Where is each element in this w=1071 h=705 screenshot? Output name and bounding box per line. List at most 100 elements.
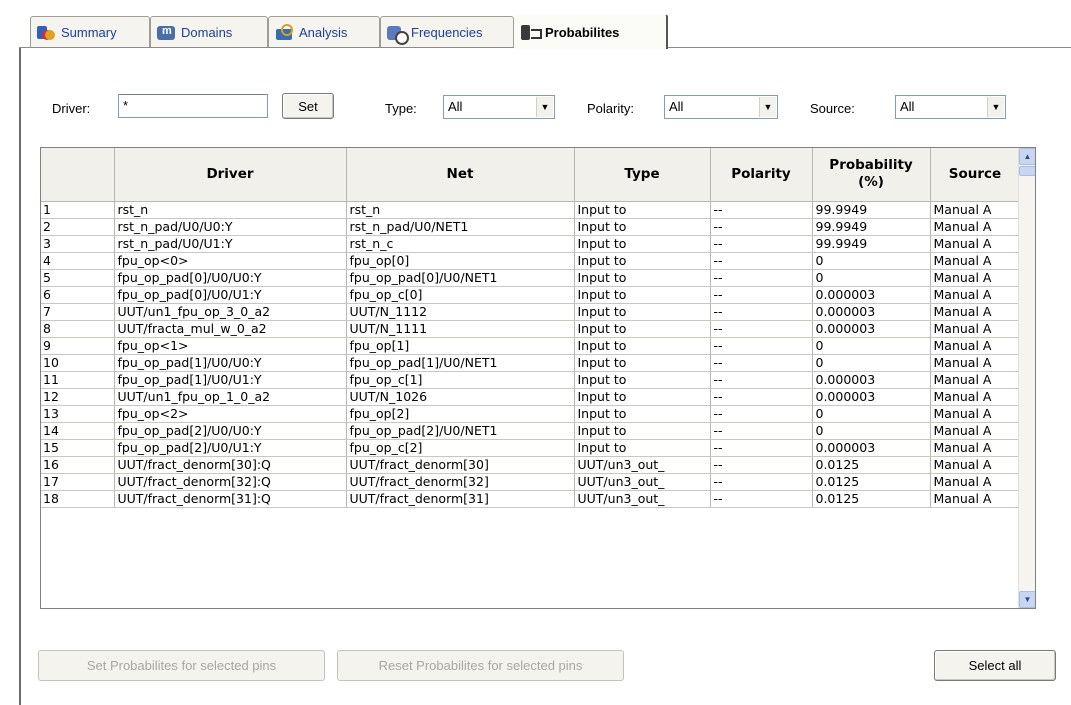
driver-cell[interactable]: UUT/fract_denorm[32]:Q [114, 473, 347, 491]
driver-cell[interactable]: fpu_op<0> [114, 252, 347, 270]
source-cell[interactable]: Manual A [930, 269, 1021, 287]
polarity-cell[interactable]: -- [710, 218, 813, 236]
driver-cell[interactable]: rst_n_pad/U0/U0:Y [114, 218, 347, 236]
net-cell[interactable]: fpu_op_c[0] [346, 286, 575, 304]
column-header-probability[interactable]: Probability (%) [812, 148, 931, 202]
source-cell[interactable]: Manual A [930, 490, 1021, 508]
polarity-cell[interactable]: -- [710, 354, 813, 372]
set-probabilities-button[interactable]: Set Probabilites for selected pins [38, 650, 325, 681]
type-cell[interactable]: Input to [574, 439, 711, 457]
select-all-button[interactable]: Select all [934, 650, 1056, 681]
row-number[interactable]: 10 [41, 354, 115, 372]
source-cell[interactable]: Manual A [930, 439, 1021, 457]
net-cell[interactable]: UUT/fract_denorm[30] [346, 456, 575, 474]
type-select[interactable]: All ▼ [443, 95, 555, 119]
net-cell[interactable]: UUT/fract_denorm[31] [346, 490, 575, 508]
row-number[interactable]: 14 [41, 422, 115, 440]
polarity-cell[interactable]: -- [710, 490, 813, 508]
type-cell[interactable]: Input to [574, 405, 711, 423]
net-cell[interactable]: rst_n [346, 201, 575, 219]
driver-cell[interactable]: fpu_op<1> [114, 337, 347, 355]
type-cell[interactable]: Input to [574, 371, 711, 389]
column-header-net[interactable]: Net [346, 148, 575, 202]
polarity-cell[interactable]: -- [710, 201, 813, 219]
probability-cell[interactable]: 0.000003 [812, 439, 931, 457]
probability-cell[interactable]: 0.000003 [812, 286, 931, 304]
source-cell[interactable]: Manual A [930, 337, 1021, 355]
table-row[interactable]: 15 fpu_op_pad[2]/U0/U1:Y fpu_op_c[2] Input … [41, 439, 1021, 457]
probability-cell[interactable]: 0 [812, 252, 931, 270]
polarity-cell[interactable]: -- [710, 388, 813, 406]
table-row[interactable]: 6 fpu_op_pad[0]/U0/U1:Y fpu_op_c[0] Input t… [41, 286, 1021, 304]
driver-cell[interactable]: fpu_op<2> [114, 405, 347, 423]
row-number[interactable]: 7 [41, 303, 115, 321]
set-driver-button[interactable]: Set [282, 93, 334, 119]
column-header-source[interactable]: Source [930, 148, 1021, 202]
driver-cell[interactable]: UUT/fract_denorm[30]:Q [114, 456, 347, 474]
scroll-up-icon[interactable]: ▲ [1019, 148, 1035, 165]
source-cell[interactable]: Manual A [930, 201, 1021, 219]
driver-cell[interactable]: fpu_op_pad[0]/U0/U1:Y [114, 286, 347, 304]
row-number[interactable]: 13 [41, 405, 115, 423]
row-number[interactable]: 16 [41, 456, 115, 474]
source-cell[interactable]: Manual A [930, 456, 1021, 474]
scroll-down-icon[interactable]: ▼ [1019, 591, 1035, 608]
type-cell[interactable]: UUT/un3_out_ [574, 473, 711, 491]
driver-cell[interactable]: rst_n [114, 201, 347, 219]
polarity-select[interactable]: All ▼ [664, 95, 778, 119]
row-number[interactable]: 17 [41, 473, 115, 491]
probability-cell[interactable]: 0 [812, 269, 931, 287]
polarity-cell[interactable]: -- [710, 405, 813, 423]
tab-domains[interactable]: Domains [150, 16, 268, 47]
table-row[interactable]: 18 UUT/fract_denorm[31]:Q UUT/fract_denorm… [41, 490, 1021, 508]
probability-cell[interactable]: 99.9949 [812, 235, 931, 253]
column-header-index[interactable] [41, 148, 115, 202]
table-row[interactable]: 12 UUT/un1_fpu_op_1_0_a2 UUT/N_1026 Input t… [41, 388, 1021, 406]
net-cell[interactable]: UUT/fract_denorm[32] [346, 473, 575, 491]
polarity-cell[interactable]: -- [710, 439, 813, 457]
net-cell[interactable]: fpu_op_c[1] [346, 371, 575, 389]
row-number[interactable]: 12 [41, 388, 115, 406]
polarity-cell[interactable]: -- [710, 456, 813, 474]
table-row[interactable]: 11 fpu_op_pad[1]/U0/U1:Y fpu_op_c[1] Input … [41, 371, 1021, 389]
probability-cell[interactable]: 0.000003 [812, 303, 931, 321]
table-row[interactable]: 1 rst_n rst_n Input to -- 99.9949 Manual A [41, 201, 1021, 219]
table-row[interactable]: 14 fpu_op_pad[2]/U0/U0:Y fpu_op_pad[2]/U0/… [41, 422, 1021, 440]
driver-cell[interactable]: UUT/fract_denorm[31]:Q [114, 490, 347, 508]
driver-cell[interactable]: fpu_op_pad[0]/U0/U0:Y [114, 269, 347, 287]
probability-cell[interactable]: 0 [812, 337, 931, 355]
row-number[interactable]: 11 [41, 371, 115, 389]
row-number[interactable]: 5 [41, 269, 115, 287]
chevron-down-icon[interactable]: ▼ [759, 97, 776, 117]
source-cell[interactable]: Manual A [930, 388, 1021, 406]
type-cell[interactable]: Input to [574, 303, 711, 321]
row-number[interactable]: 8 [41, 320, 115, 338]
polarity-cell[interactable]: -- [710, 371, 813, 389]
type-cell[interactable]: Input to [574, 354, 711, 372]
tab-summary[interactable]: Summary [30, 16, 150, 47]
probability-cell[interactable]: 0.000003 [812, 388, 931, 406]
row-number[interactable]: 9 [41, 337, 115, 355]
polarity-cell[interactable]: -- [710, 286, 813, 304]
polarity-cell[interactable]: -- [710, 269, 813, 287]
tab-probabilities[interactable]: Probabilites [514, 14, 668, 49]
source-cell[interactable]: Manual A [930, 235, 1021, 253]
probability-cell[interactable]: 0.000003 [812, 320, 931, 338]
driver-cell[interactable]: UUT/un1_fpu_op_3_0_a2 [114, 303, 347, 321]
table-row[interactable]: 13 fpu_op<2> fpu_op[2] Input to -- 0 Manual A [41, 405, 1021, 423]
net-cell[interactable]: fpu_op_pad[0]/U0/NET1 [346, 269, 575, 287]
source-select[interactable]: All ▼ [895, 95, 1006, 119]
source-cell[interactable]: Manual A [930, 252, 1021, 270]
type-cell[interactable]: Input to [574, 218, 711, 236]
probabilities-grid[interactable]: Driver Net Type Polarity Probability (%)… [40, 147, 1036, 609]
table-row[interactable]: 9 fpu_op<1> fpu_op[1] Input to -- 0 Manual A [41, 337, 1021, 355]
driver-filter-input[interactable]: * [118, 94, 268, 118]
source-cell[interactable]: Manual A [930, 405, 1021, 423]
probability-cell[interactable]: 0.0125 [812, 473, 931, 491]
polarity-cell[interactable]: -- [710, 303, 813, 321]
type-cell[interactable]: Input to [574, 235, 711, 253]
polarity-cell[interactable]: -- [710, 337, 813, 355]
driver-cell[interactable]: UUT/fracta_mul_w_0_a2 [114, 320, 347, 338]
type-cell[interactable]: Input to [574, 337, 711, 355]
probability-cell[interactable]: 0.0125 [812, 456, 931, 474]
